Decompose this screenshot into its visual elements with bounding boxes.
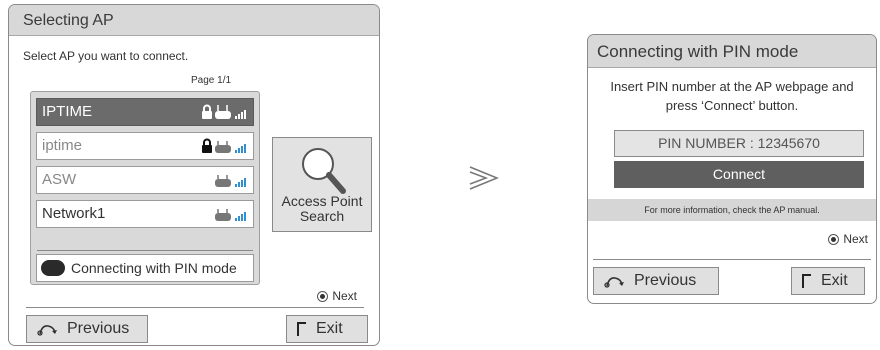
ap-list: IPTIME iptime ASW Network1 Connecting wi…: [30, 91, 260, 285]
next-label: Next: [332, 289, 357, 303]
lock-icon: [202, 104, 212, 119]
lock-icon: [202, 138, 212, 153]
signal-strength-icon: [235, 110, 246, 119]
blue-button-icon: [41, 260, 65, 276]
router-icon: [215, 209, 231, 221]
ap-list-item[interactable]: ASW: [36, 166, 254, 194]
ap-list-item[interactable]: IPTIME: [36, 98, 254, 126]
ok-button-icon: [317, 290, 329, 302]
instruction-line1: Insert PIN number at the AP webpage and: [610, 79, 854, 94]
ap-list-item[interactable]: iptime: [36, 132, 254, 160]
ap-list-item[interactable]: Network1: [36, 200, 254, 228]
exit-label: Exit: [821, 272, 848, 289]
selecting-ap-dialog: Selecting AP Select AP you want to conne…: [8, 4, 380, 346]
divider: [37, 250, 253, 251]
ok-button-icon: [828, 233, 840, 245]
connect-button[interactable]: Connect: [614, 161, 864, 188]
access-point-search-button[interactable]: Access Point Search: [272, 137, 372, 232]
back-icon: [604, 277, 624, 288]
exit-button[interactable]: Exit: [286, 315, 368, 343]
pin-number-field: PIN NUMBER : 12345670: [614, 130, 864, 157]
exit-button[interactable]: Exit: [791, 267, 865, 295]
instruction-text: Insert PIN number at the AP webpage and …: [594, 77, 870, 115]
instruction-line2: press ‘Connect’ button.: [665, 98, 799, 113]
signal-strength-icon: [235, 144, 246, 153]
router-icon: [215, 141, 231, 153]
router-icon: [215, 105, 231, 119]
ap-name: Network1: [42, 205, 106, 222]
next-hint[interactable]: Next: [317, 289, 357, 303]
instruction-text: Select AP you want to connect.: [23, 49, 189, 63]
previous-label: Previous: [67, 320, 130, 337]
search-label-line2: Search: [299, 208, 345, 224]
divider: [26, 307, 364, 308]
signal-strength-icon: [235, 212, 246, 221]
pin-mode-dialog: Connecting with PIN mode Insert PIN numb…: [587, 34, 877, 304]
ap-name: iptime: [42, 137, 83, 154]
router-icon: [215, 175, 231, 187]
page-indicator: Page 1/1: [191, 75, 232, 86]
magnifier-icon: [302, 148, 346, 194]
back-icon: [37, 325, 57, 336]
signal-strength-icon: [235, 178, 246, 187]
next-label: Next: [843, 232, 868, 246]
previous-button[interactable]: Previous: [26, 315, 148, 343]
dialog-title: Connecting with PIN mode: [588, 35, 876, 68]
chevron-right-icon: [469, 166, 499, 190]
exit-label: Exit: [316, 320, 343, 337]
ap-name: IPTIME: [42, 103, 93, 120]
exit-icon: [297, 322, 306, 336]
pin-mode-button[interactable]: Connecting with PIN mode: [36, 254, 254, 282]
ap-name: ASW: [42, 171, 77, 188]
dialog-title: Selecting AP: [9, 5, 379, 36]
divider: [593, 259, 871, 260]
info-text: For more information, check the AP manua…: [588, 199, 876, 221]
next-hint[interactable]: Next: [828, 232, 868, 246]
exit-icon: [802, 274, 811, 288]
previous-button[interactable]: Previous: [593, 267, 719, 295]
pin-mode-label: Connecting with PIN mode: [71, 260, 237, 276]
search-label-line1: Access Point: [281, 193, 363, 209]
previous-label: Previous: [634, 272, 697, 289]
